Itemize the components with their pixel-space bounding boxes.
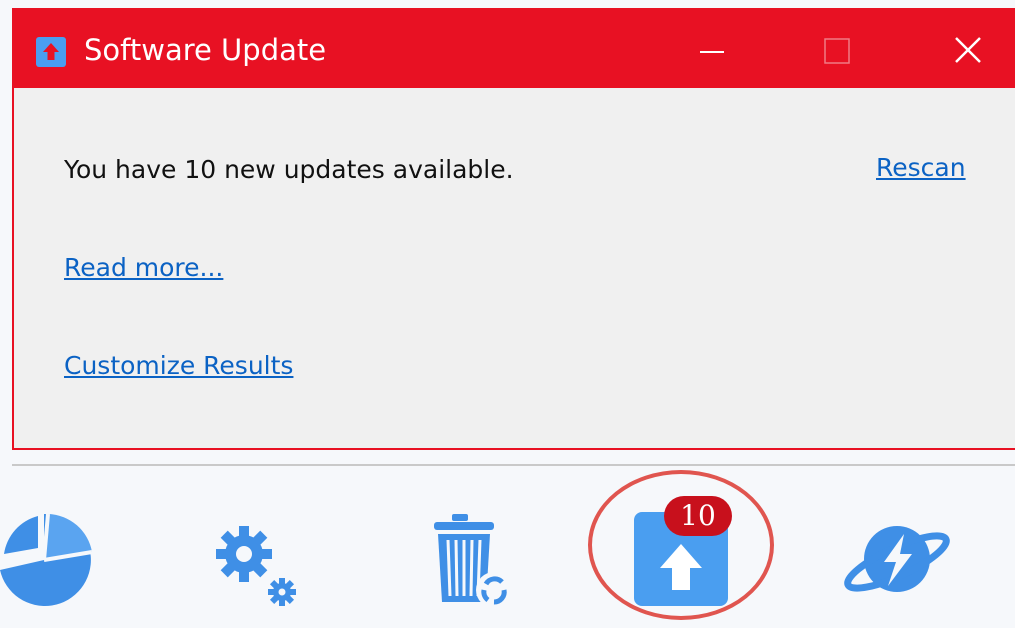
close-icon [955,37,981,63]
screen: Software Update You have 10 new updates … [0,0,1015,628]
minimize-icon [700,51,724,53]
divider [12,464,1015,466]
rescan-link[interactable]: Rescan [876,153,966,182]
gears-icon [216,526,296,606]
update-count-badge: 10 [664,496,732,536]
maximize-button [798,10,878,88]
pie-chart-icon [0,513,93,606]
maximize-icon [824,38,850,64]
settings-button[interactable] [212,522,302,612]
turbo-boost-button[interactable] [842,516,952,602]
read-more-link[interactable]: Read more... [64,253,223,282]
recycle-trash-icon [434,514,512,608]
recycle-cleaner-button[interactable] [430,510,520,610]
customize-results-link[interactable]: Customize Results [64,351,293,380]
minimize-button[interactable] [674,10,754,88]
close-button[interactable] [932,10,1012,88]
update-arrow-icon [36,37,66,67]
update-status-message: You have 10 new updates available. [64,155,514,184]
bottom-toolbar [0,470,1015,628]
turbo-planet-icon [844,526,950,592]
dialog-title: Software Update [84,33,327,67]
title-bar[interactable]: Software Update [14,10,1015,88]
pie-chart-button[interactable] [0,510,100,610]
software-update-dialog: Software Update You have 10 new updates … [12,8,1015,450]
